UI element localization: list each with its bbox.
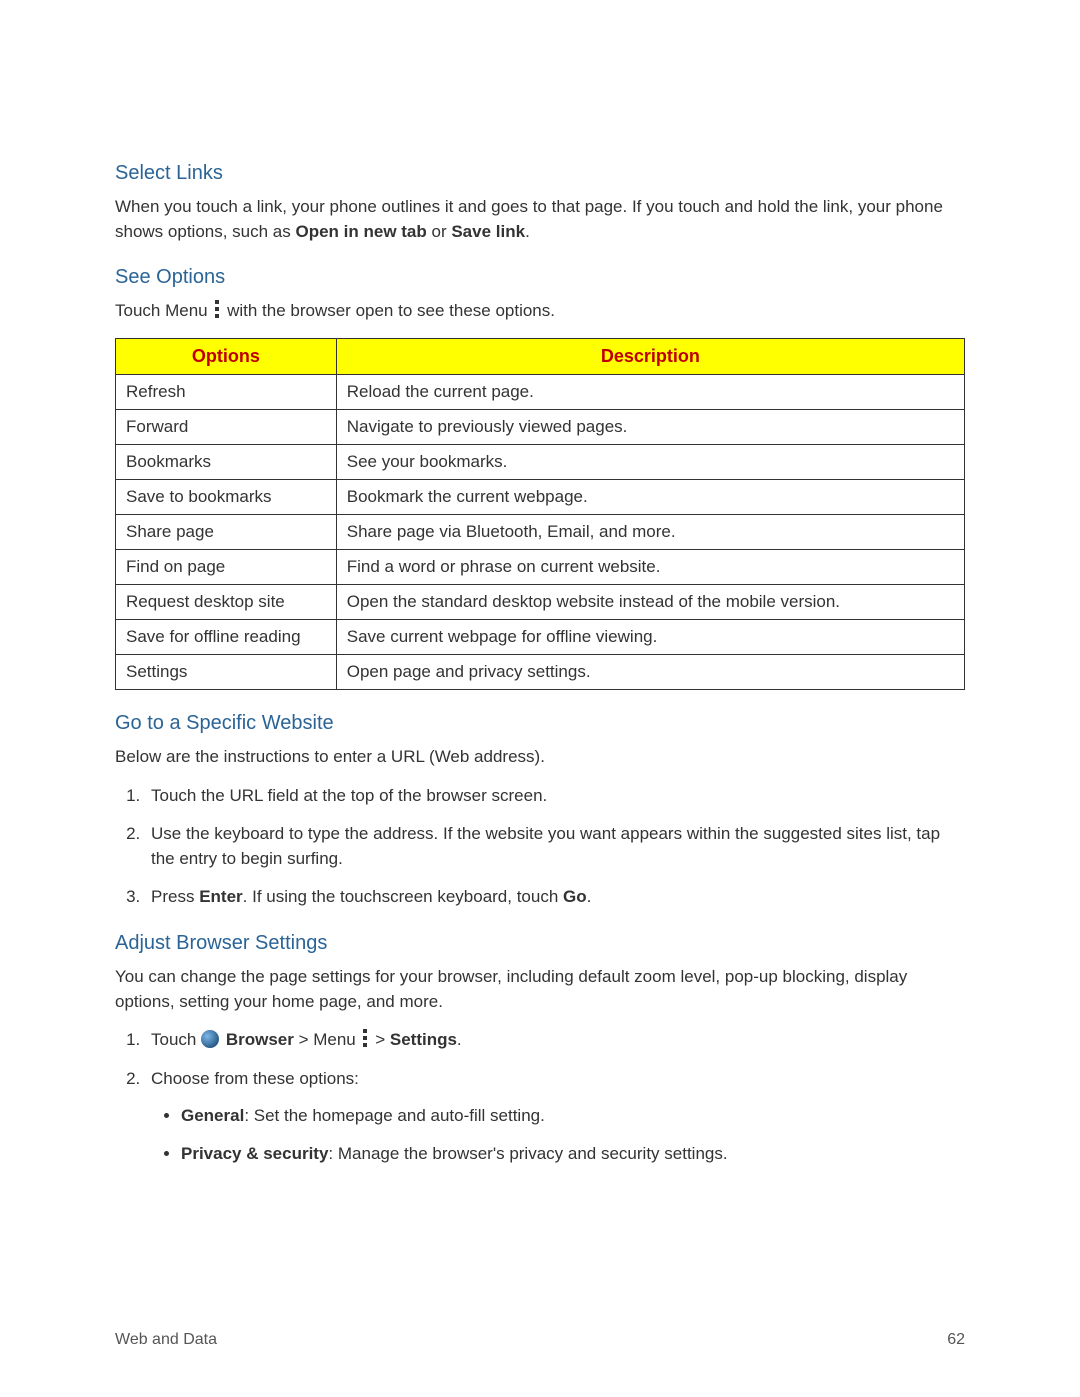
heading-adjust-browser-settings: Adjust Browser Settings [115, 932, 965, 955]
option-name: Bookmarks [116, 444, 337, 479]
list-item: Press Enter. If using the touchscreen ke… [145, 885, 965, 910]
paragraph-select-links: When you touch a link, your phone outlin… [115, 195, 965, 244]
option-name: Share page [116, 514, 337, 549]
option-name: Save for offline reading [116, 619, 337, 654]
text: : Set the homepage and auto-fill setting… [244, 1106, 545, 1125]
settings-steps-list: Touch Browser > Menu > Settings. Choose … [115, 1028, 965, 1167]
browser-icon [201, 1030, 219, 1048]
option-name: Refresh [116, 374, 337, 409]
text: > Menu [294, 1030, 361, 1049]
table-row: BookmarksSee your bookmarks. [116, 444, 965, 479]
option-name: Forward [116, 409, 337, 444]
table-row: SettingsOpen page and privacy settings. [116, 654, 965, 689]
table-header-description: Description [336, 338, 964, 374]
url-steps-list: Touch the URL field at the top of the br… [115, 784, 965, 911]
footer-section-title: Web and Data [115, 1331, 217, 1349]
list-item: Privacy & security: Manage the browser's… [181, 1142, 965, 1167]
bold-privacy-security: Privacy & security [181, 1144, 328, 1163]
menu-overflow-icon [214, 300, 220, 318]
list-item: Touch the URL field at the top of the br… [145, 784, 965, 809]
heading-see-options: See Options [115, 266, 965, 289]
text: . [587, 887, 592, 906]
paragraph-adjust-settings: You can change the page settings for you… [115, 965, 965, 1014]
option-desc: Save current webpage for offline viewing… [336, 619, 964, 654]
paragraph-see-options: Touch Menu with the browser open to see … [115, 299, 965, 324]
bold-general: General [181, 1106, 244, 1125]
table-row: Find on pageFind a word or phrase on cur… [116, 549, 965, 584]
table-row: ForwardNavigate to previously viewed pag… [116, 409, 965, 444]
option-name: Save to bookmarks [116, 479, 337, 514]
text: Touch Menu [115, 301, 212, 320]
menu-overflow-icon [362, 1029, 368, 1047]
bold-settings: Settings [390, 1030, 457, 1049]
text: . If using the touchscreen keyboard, tou… [243, 887, 563, 906]
footer-page-number: 62 [947, 1331, 965, 1349]
document-page: Select Links When you touch a link, your… [0, 0, 1080, 1397]
text: . [525, 222, 530, 241]
text: Touch [151, 1030, 201, 1049]
page-footer: Web and Data 62 [115, 1331, 965, 1349]
list-item: Use the keyboard to type the address. If… [145, 822, 965, 871]
option-desc: Find a word or phrase on current website… [336, 549, 964, 584]
table-row: Share pageShare page via Bluetooth, Emai… [116, 514, 965, 549]
list-item: General: Set the homepage and auto-fill … [181, 1104, 965, 1129]
options-sublist: General: Set the homepage and auto-fill … [151, 1104, 965, 1167]
bold-save-link: Save link [451, 222, 525, 241]
heading-go-to-website: Go to a Specific Website [115, 712, 965, 735]
table-row: RefreshReload the current page. [116, 374, 965, 409]
options-table: Options Description RefreshReload the cu… [115, 338, 965, 690]
text: > [370, 1030, 389, 1049]
table-header-row: Options Description [116, 338, 965, 374]
bold-go: Go [563, 887, 587, 906]
list-item: Choose from these options: General: Set … [145, 1067, 965, 1167]
table-row: Request desktop siteOpen the standard de… [116, 584, 965, 619]
table-header-options: Options [116, 338, 337, 374]
table-row: Save to bookmarksBookmark the current we… [116, 479, 965, 514]
text: Choose from these options: [151, 1069, 359, 1088]
paragraph-go-to-website: Below are the instructions to enter a UR… [115, 745, 965, 770]
bold-enter: Enter [199, 887, 242, 906]
text: . [457, 1030, 462, 1049]
option-name: Find on page [116, 549, 337, 584]
text: with the browser open to see these optio… [222, 301, 555, 320]
bold-open-in-new-tab: Open in new tab [295, 222, 426, 241]
table-row: Save for offline readingSave current web… [116, 619, 965, 654]
option-name: Request desktop site [116, 584, 337, 619]
option-desc: Share page via Bluetooth, Email, and mor… [336, 514, 964, 549]
heading-select-links: Select Links [115, 162, 965, 185]
bold-browser: Browser [226, 1030, 294, 1049]
text: Press [151, 887, 199, 906]
option-desc: Open the standard desktop website instea… [336, 584, 964, 619]
option-desc: Navigate to previously viewed pages. [336, 409, 964, 444]
list-item: Touch Browser > Menu > Settings. [145, 1028, 965, 1053]
option-desc: See your bookmarks. [336, 444, 964, 479]
option-name: Settings [116, 654, 337, 689]
text: : Manage the browser's privacy and secur… [328, 1144, 727, 1163]
option-desc: Open page and privacy settings. [336, 654, 964, 689]
option-desc: Bookmark the current webpage. [336, 479, 964, 514]
option-desc: Reload the current page. [336, 374, 964, 409]
text: or [427, 222, 452, 241]
